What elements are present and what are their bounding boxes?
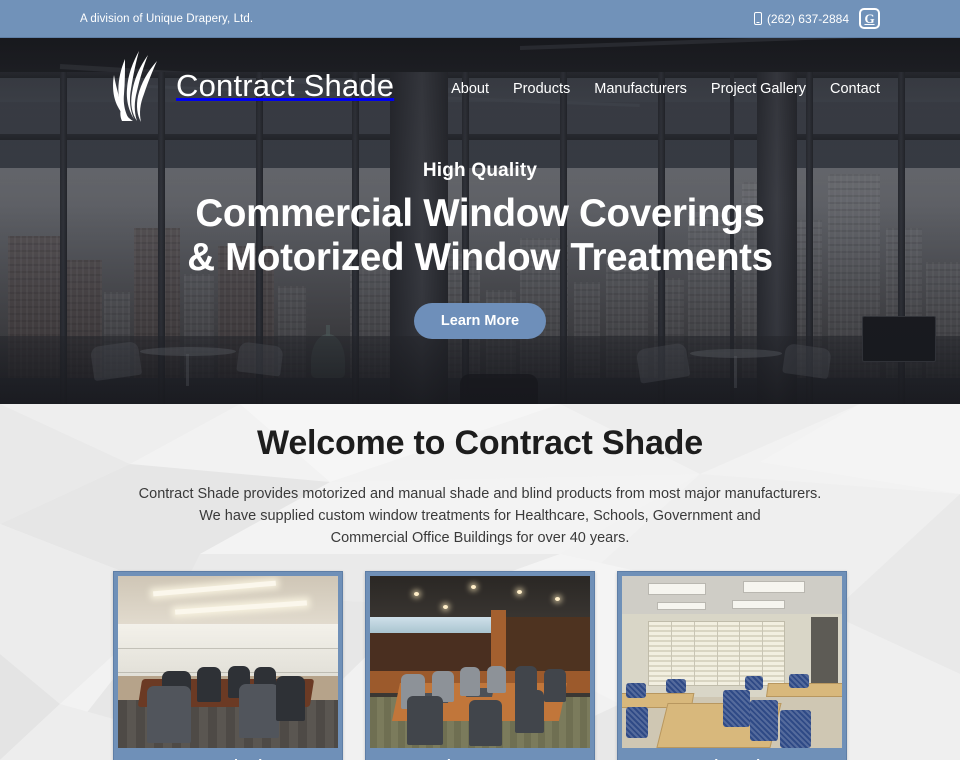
- top-utility-bar-right: (262) 637-2884 G: [753, 8, 880, 29]
- mobile-phone-icon: [753, 12, 762, 25]
- hero-headline-line-1: Commercial Window Coverings: [195, 192, 765, 235]
- product-card-horizontal-vertical-blinds[interactable]: Horizontal & Vertical Blinds: [617, 571, 847, 760]
- product-card-caption-motorized: Motorized Window Treatments: [114, 748, 342, 760]
- welcome-paragraph-line-1: Contract Shade provides motorized and ma…: [138, 486, 822, 502]
- welcome-content: Welcome to Contract Shade Contract Shade…: [0, 404, 960, 760]
- site-header: Contract Shade About Products Manufactur…: [0, 38, 960, 134]
- nav-item-products[interactable]: Products: [513, 81, 570, 97]
- welcome-section: Welcome to Contract Shade Contract Shade…: [0, 404, 960, 760]
- welcome-paragraph-line-2: We have supplied custom window treatment…: [199, 508, 761, 525]
- product-card-image-blinds: [622, 576, 842, 749]
- product-card-caption-blinds: Horizontal & Vertical Blinds: [618, 748, 846, 760]
- hero-eyebrow: High Quality: [422, 160, 538, 181]
- brand-logo-link[interactable]: Contract Shade: [108, 49, 394, 123]
- main-navigation: About Products Manufacturers Project Gal…: [451, 75, 880, 97]
- learn-more-button[interactable]: Learn More: [413, 303, 547, 339]
- product-card-caption-solar-screen: Solar Screen & Blackout Shades: [366, 748, 594, 760]
- hero-copy: High Quality Commercial Window Coverings…: [0, 160, 960, 339]
- top-utility-bar: A division of Unique Drapery, Ltd. (262)…: [0, 0, 960, 38]
- product-card-list: Motorized Window Treatments: [0, 571, 960, 760]
- nav-item-manufacturers[interactable]: Manufacturers: [594, 81, 687, 97]
- product-card-motorized-window-treatments[interactable]: Motorized Window Treatments: [113, 571, 343, 760]
- drapery-leaf-logo-icon: [113, 51, 157, 122]
- phone-number: (262) 637-2884: [766, 11, 849, 26]
- division-tagline: A division of Unique Drapery, Ltd.: [80, 12, 254, 25]
- product-card-image-solar-screen: [370, 576, 590, 749]
- google-icon[interactable]: G: [859, 8, 880, 29]
- brand-name: Contract Shade: [176, 68, 395, 103]
- phone-link[interactable]: (262) 637-2884: [753, 11, 849, 26]
- nav-item-project-gallery[interactable]: Project Gallery: [711, 81, 806, 97]
- page-title: Welcome to Contract Shade: [257, 424, 703, 462]
- hero-headline: Commercial Window Coverings & Motorized …: [0, 192, 960, 279]
- welcome-paragraph: Contract Shade provides motorized and ma…: [0, 483, 960, 549]
- product-card-solar-screen-blackout-shades[interactable]: Solar Screen & Blackout Shades: [365, 571, 595, 760]
- welcome-paragraph-line-3: Commercial Office Buildings for over 40 …: [330, 530, 630, 547]
- product-card-image-motorized: [118, 576, 338, 749]
- hero-section: Contract Shade About Products Manufactur…: [0, 38, 960, 404]
- nav-item-about[interactable]: About: [451, 81, 489, 97]
- hero-headline-line-2: & Motorized Window Treatments: [187, 235, 773, 279]
- nav-item-contact[interactable]: Contact: [830, 81, 880, 97]
- top-utility-bar-inner: A division of Unique Drapery, Ltd. (262)…: [80, 8, 880, 29]
